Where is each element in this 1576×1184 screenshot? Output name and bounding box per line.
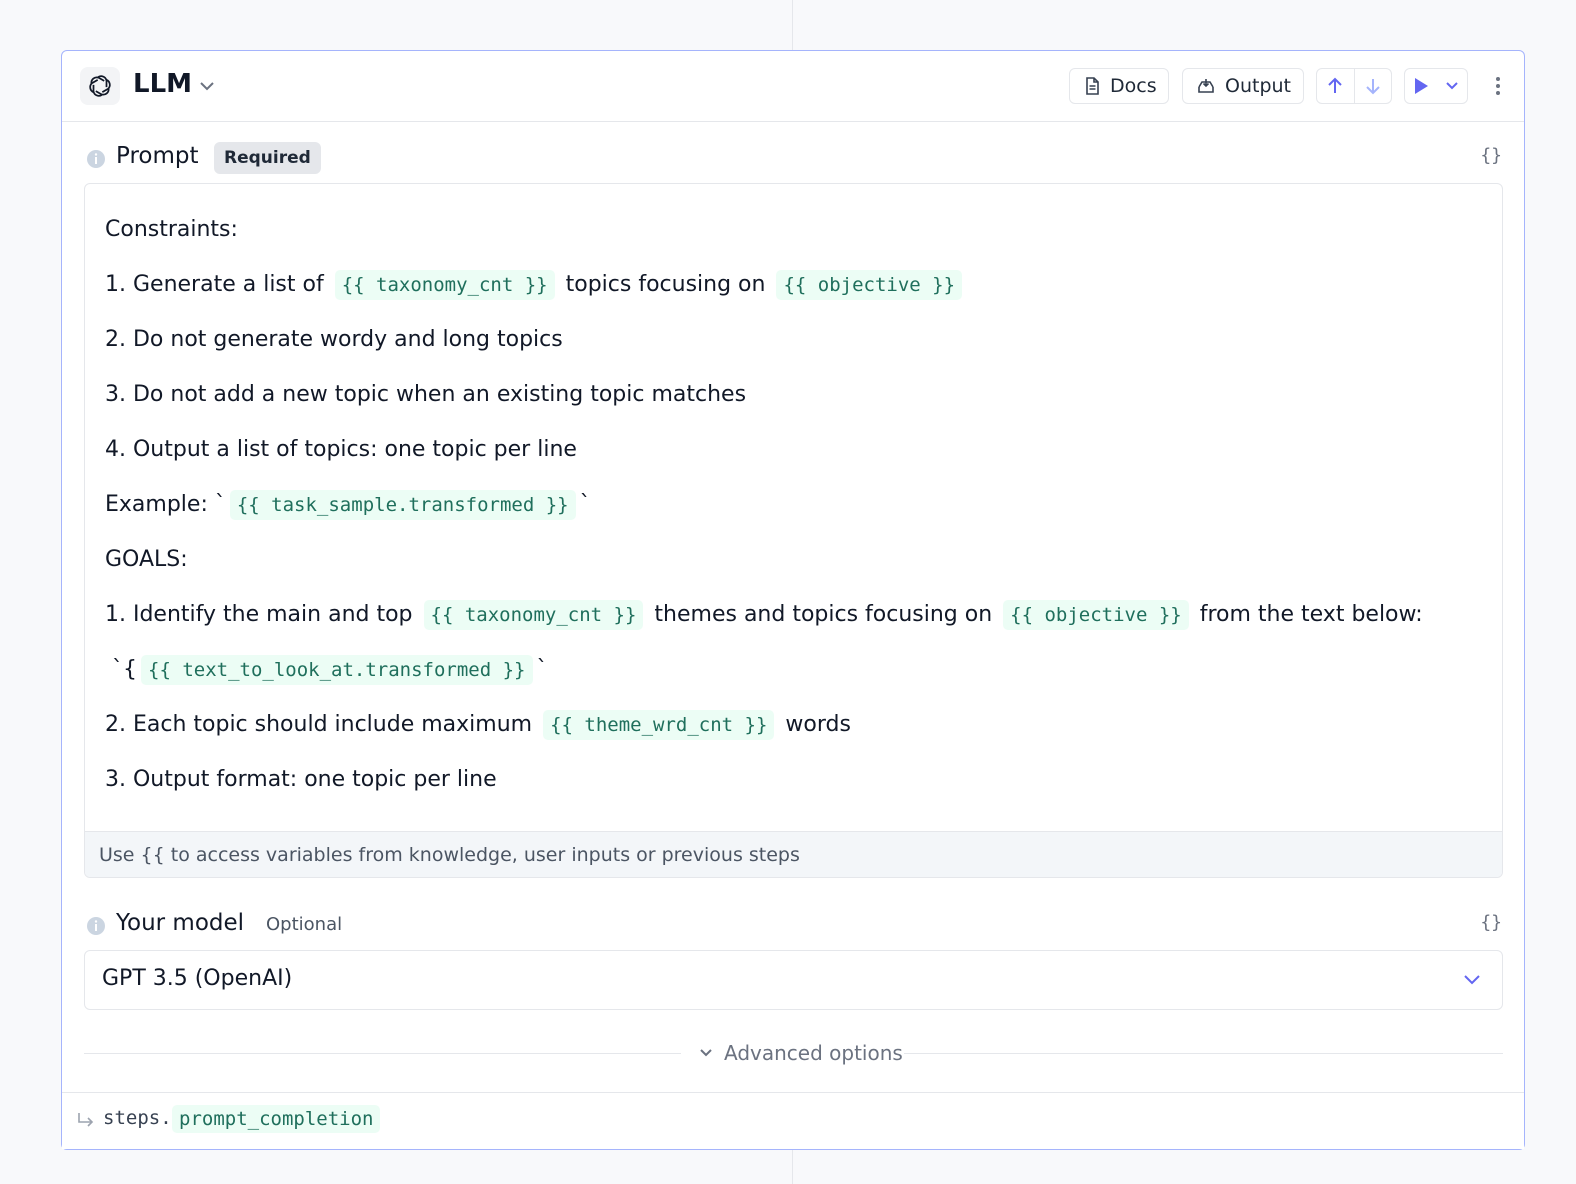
- run-button[interactable]: [1405, 69, 1436, 103]
- return-arrow-icon: [76, 1111, 96, 1133]
- variable-chip[interactable]: {{ objective }}: [1003, 599, 1189, 630]
- docs-button[interactable]: Docs: [1069, 68, 1169, 104]
- prompt-line: 2. Each topic should include maximum {{ …: [105, 697, 1482, 752]
- connector-line-top: [792, 0, 793, 50]
- prompt-line: `{{{ text_to_look_at.transformed }} `: [105, 642, 1482, 697]
- output-tray-icon: [1197, 78, 1215, 94]
- output-variable-row: steps. prompt_completion: [62, 1092, 1524, 1149]
- docs-label: Docs: [1110, 75, 1157, 97]
- prompt-text-segment: words: [778, 712, 851, 737]
- prompt-text-segment: 1. Generate a list of: [105, 272, 331, 297]
- prompt-line: 2. Do not generate wordy and long topics: [105, 312, 1482, 367]
- variable-chip[interactable]: {{ taxonomy_cnt }}: [334, 269, 555, 300]
- info-icon[interactable]: [86, 149, 106, 173]
- prompt-text-segment: 4. Output a list of topics: one topic pe…: [105, 437, 577, 462]
- move-down-button[interactable]: [1354, 69, 1391, 103]
- output-label: Output: [1225, 75, 1291, 97]
- prompt-text-segment: 1. Identify the main and top: [105, 602, 420, 627]
- prompt-text[interactable]: Constraints: 1. Generate a list of {{ tax…: [105, 202, 1482, 807]
- step-header: LLM Docs Output: [62, 51, 1524, 122]
- prompt-text-segment: GOALS:: [105, 547, 188, 572]
- advanced-options-label: Advanced options: [724, 1041, 903, 1065]
- prompt-text-segment: 2. Do not generate wordy and long topics: [105, 327, 563, 352]
- model-select-value: GPT 3.5 (OpenAI): [102, 966, 293, 991]
- step-title[interactable]: LLM: [133, 69, 192, 99]
- move-step-buttons: [1316, 68, 1392, 104]
- variable-chip[interactable]: {{ task_sample.transformed }}: [229, 489, 576, 520]
- variable-chip[interactable]: {{ objective }}: [776, 269, 963, 300]
- document-icon: [1084, 77, 1100, 95]
- prompt-label: Prompt: [116, 143, 199, 169]
- variable-braces-icon[interactable]: {}: [1480, 912, 1502, 933]
- arrow-up-icon: [1328, 77, 1342, 93]
- model-select[interactable]: GPT 3.5 (OpenAI): [84, 950, 1503, 1010]
- prompt-text-segment: `: [579, 492, 591, 517]
- prompt-hint: Use {{ to access variables from knowledg…: [85, 831, 1502, 877]
- prompt-text-segment: `{: [105, 657, 137, 682]
- variable-braces-icon[interactable]: {}: [1480, 145, 1502, 166]
- prompt-text-segment: Constraints:: [105, 217, 238, 242]
- prompt-text-segment: topics focusing on: [558, 272, 773, 297]
- prompt-line: Constraints:: [105, 202, 1482, 257]
- prompt-text-segment: themes and topics focusing on: [647, 602, 1000, 627]
- prompt-text-segment: 3. Do not add a new topic when an existi…: [105, 382, 747, 407]
- prompt-line: 3. Output format: one topic per line: [105, 752, 1482, 807]
- llm-step-card: LLM Docs Output Prompt Required {} Const…: [61, 50, 1525, 1150]
- connector-line-bottom: [792, 1150, 793, 1184]
- prompt-editor[interactable]: Constraints: 1. Generate a list of {{ tax…: [84, 183, 1503, 878]
- variable-chip[interactable]: {{ text_to_look_at.transformed }}: [141, 654, 533, 685]
- prompt-text-segment: `: [536, 657, 548, 682]
- prompt-text-segment: Example: `: [105, 492, 226, 517]
- divider: [904, 1053, 1503, 1054]
- prompt-text-segment: from the text below:: [1192, 602, 1423, 627]
- prompt-line: 4. Output a list of topics: one topic pe…: [105, 422, 1482, 477]
- model-label-row: Your model Optional {}: [86, 908, 1502, 942]
- arrow-down-icon: [1366, 79, 1380, 95]
- run-step-buttons: [1404, 68, 1468, 104]
- prompt-line: 1. Generate a list of {{ taxonomy_cnt }}…: [105, 257, 1482, 312]
- prompt-line: 1. Identify the main and top {{ taxonomy…: [105, 587, 1482, 642]
- output-variable-name[interactable]: prompt_completion: [172, 1105, 381, 1133]
- prompt-line: 3. Do not add a new topic when an existi…: [105, 367, 1482, 422]
- required-badge: Required: [214, 142, 321, 174]
- output-button[interactable]: Output: [1182, 68, 1304, 104]
- advanced-options-toggle[interactable]: Advanced options: [698, 1041, 903, 1065]
- variable-chip[interactable]: {{ theme_wrd_cnt }}: [543, 709, 775, 740]
- more-options-icon[interactable]: [1486, 75, 1510, 97]
- info-icon[interactable]: [86, 916, 106, 940]
- chevron-down-icon: [1445, 82, 1458, 90]
- output-prefix: steps.: [103, 1107, 172, 1129]
- play-icon: [1414, 78, 1428, 94]
- prompt-line: GOALS:: [105, 532, 1482, 587]
- variable-chip[interactable]: {{ taxonomy_cnt }}: [423, 599, 644, 630]
- chevron-down-icon[interactable]: [198, 77, 216, 99]
- prompt-line: Example: `{{ task_sample.transformed }} `: [105, 477, 1482, 532]
- model-label: Your model: [116, 910, 245, 936]
- divider: [84, 1053, 681, 1054]
- prompt-text-segment: 3. Output format: one topic per line: [105, 767, 497, 792]
- move-up-button[interactable]: [1317, 69, 1354, 103]
- chevron-down-icon: [698, 1045, 714, 1061]
- openai-logo-icon: [80, 67, 120, 105]
- run-options-button[interactable]: [1436, 69, 1467, 103]
- prompt-text-segment: 2. Each topic should include maximum: [105, 712, 540, 737]
- optional-badge: Optional: [266, 914, 343, 935]
- chevron-down-icon: [1462, 969, 1482, 993]
- prompt-label-row: Prompt Required {}: [86, 141, 1502, 175]
